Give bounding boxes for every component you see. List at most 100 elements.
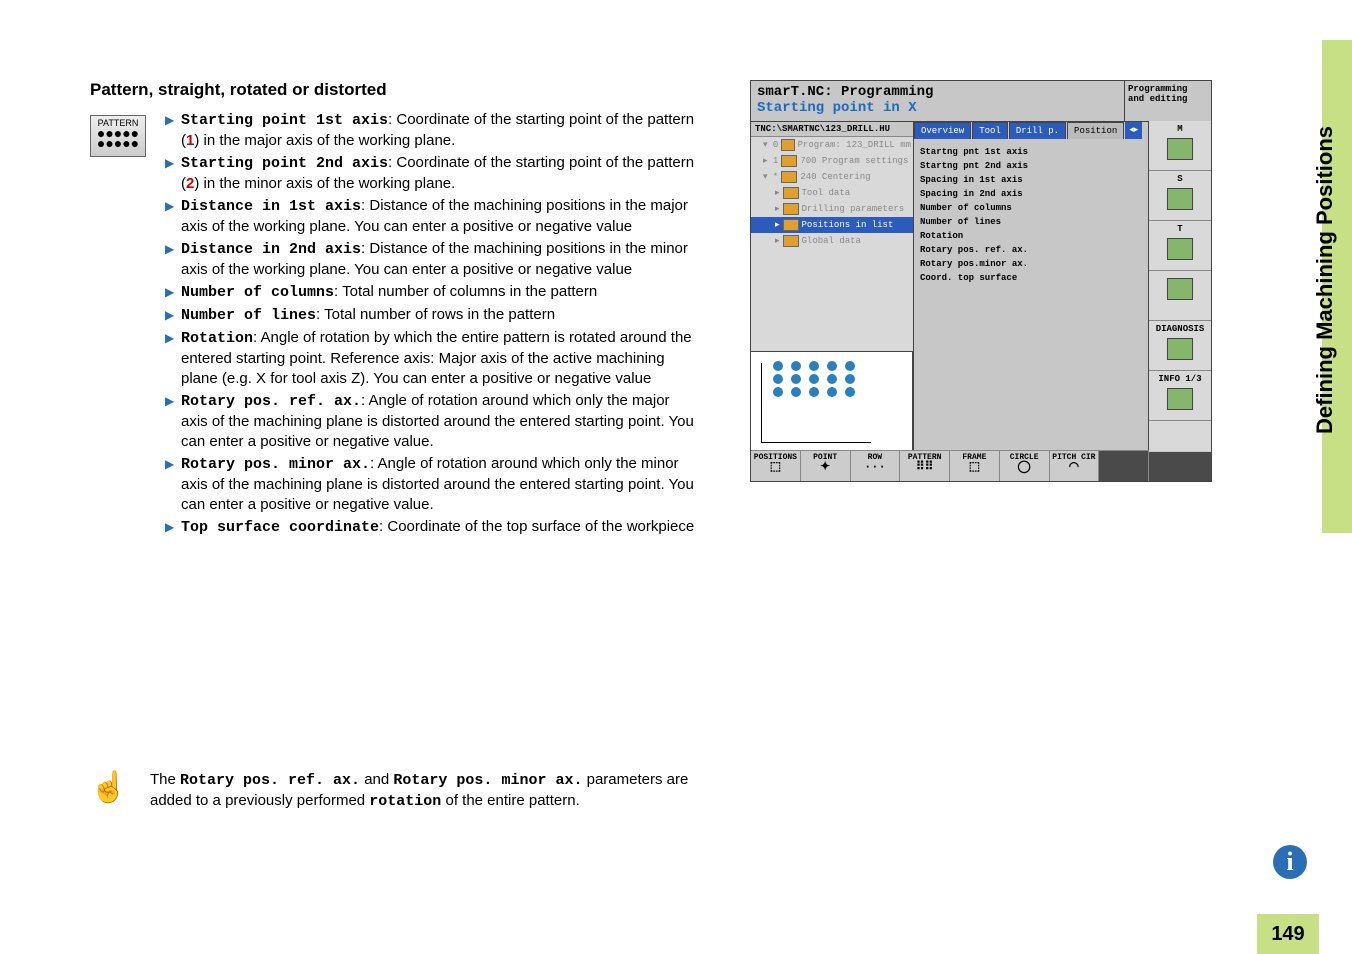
param-text: Rotation: Angle of rotation by which the… <box>181 328 695 389</box>
bullet-arrow-icon: ▶ <box>165 196 181 237</box>
tree-icon <box>781 155 797 167</box>
bullet-arrow-icon: ▶ <box>165 454 181 515</box>
param-text: Distance in 1st axis: Distance of the ma… <box>181 196 695 237</box>
cnc-header-left: smarT.NC: Programming Starting point in … <box>751 81 1124 121</box>
axis-v-icon <box>761 363 762 443</box>
sb-icon <box>1167 338 1193 360</box>
cnc-right-sidebar: M S T DIAGNOSIS INFO 1/3 <box>1148 121 1211 451</box>
bullet-arrow-icon: ▶ <box>165 305 181 326</box>
sb-empty[interactable] <box>1149 271 1211 321</box>
tree-icon <box>781 171 797 183</box>
param-row: ▶ Starting point 2nd axis: Coordinate of… <box>165 153 695 194</box>
tree-item[interactable]: ▸Global data <box>751 233 913 249</box>
param-text: Rotary pos. ref. ax.: Angle of rotation … <box>181 391 695 452</box>
sb-t-button[interactable]: T <box>1149 221 1211 271</box>
sk-circle[interactable]: CIRCLE◯ <box>1000 451 1050 481</box>
note-text: The Rotary pos. ref. ax. and Rotary pos.… <box>150 770 690 812</box>
dot-row <box>773 387 906 397</box>
tab-overview[interactable]: Overview <box>914 122 971 139</box>
cnc-mode-label: Programming and editing <box>1124 81 1211 121</box>
sk-pitch[interactable]: PITCH CIR◠ <box>1050 451 1100 481</box>
param-row: ▶ Rotary pos. minor ax.: Angle of rotati… <box>165 454 695 515</box>
dot-row <box>773 374 906 384</box>
tree-icon <box>783 235 799 247</box>
sk-icon: ✦ <box>801 462 850 472</box>
dot-row <box>773 361 906 371</box>
parameter-list: ▶ Starting point 1st axis: Coordinate of… <box>165 110 695 540</box>
sk-row[interactable]: ROW··· <box>851 451 901 481</box>
sk-positions[interactable]: POSITIONS⬚ <box>751 451 801 481</box>
param-text: Distance in 2nd axis: Distance of the ma… <box>181 239 695 280</box>
sk-pattern[interactable]: PATTERN⠿⠿ <box>900 451 950 481</box>
note-hand-icon: ☝ <box>90 770 150 812</box>
sk-frame[interactable]: FRAME⬚ <box>950 451 1000 481</box>
sk-empty <box>1099 451 1149 481</box>
pattern-dots-icon: ●●●●●●●●●● <box>91 128 145 148</box>
sb-info-button[interactable]: INFO 1/3 <box>1149 371 1211 421</box>
param-row: ▶ Distance in 1st axis: Distance of the … <box>165 196 695 237</box>
bullet-arrow-icon: ▶ <box>165 517 181 538</box>
cnc-screenshot: smarT.NC: Programming Starting point in … <box>750 80 1212 482</box>
tree-item[interactable]: ▾ 0Program: 123_DRILL mm <box>751 137 913 153</box>
param-text: Starting point 1st axis: Coordinate of t… <box>181 110 695 151</box>
param-row: ▶ Distance in 2nd axis: Distance of the … <box>165 239 695 280</box>
sb-icon <box>1167 238 1193 260</box>
sb-s-button[interactable]: S <box>1149 171 1211 221</box>
program-path: TNC:\SMARTNC\123_DRILL.HU <box>751 122 913 137</box>
sb-diagnosis-button[interactable]: DIAGNOSIS <box>1149 321 1211 371</box>
sk-icon: ⬚ <box>950 462 999 472</box>
bullet-arrow-icon: ▶ <box>165 282 181 303</box>
param-row: ▶ Number of columns: Total number of col… <box>165 282 695 303</box>
sb-icon <box>1167 188 1193 210</box>
tab-tool[interactable]: Tool <box>972 122 1008 139</box>
sk-icon: ⬚ <box>751 462 800 472</box>
softkey-row: POSITIONS⬚ POINT✦ ROW··· PATTERN⠿⠿ FRAME… <box>751 450 1149 481</box>
param-row: ▶ Rotary pos. ref. ax.: Angle of rotatio… <box>165 391 695 452</box>
param-text: Number of lines: Total number of rows in… <box>181 305 695 326</box>
cnc-title-1: smarT.NC: Programming <box>757 84 1118 100</box>
program-tree[interactable]: TNC:\SMARTNC\123_DRILL.HU ▾ 0Program: 12… <box>751 122 914 452</box>
section-title-vertical: Defining Machining Positions <box>1312 80 1352 480</box>
param-text: Rotary pos. minor ax.: Angle of rotation… <box>181 454 695 515</box>
tree-icon <box>783 203 799 215</box>
sk-icon: ··· <box>851 462 900 472</box>
bullet-arrow-icon: ▶ <box>165 391 181 452</box>
cnc-title-2: Starting point in X <box>757 100 1118 116</box>
param-text: Starting point 2nd axis: Coordinate of t… <box>181 153 695 194</box>
bullet-arrow-icon: ▶ <box>165 239 181 280</box>
tree-item-selected[interactable]: ▸Positions in list <box>751 217 913 233</box>
param-text: Number of columns: Total number of colum… <box>181 282 695 303</box>
tree-icon <box>781 139 794 151</box>
param-row: ▶ Top surface coordinate: Coordinate of … <box>165 517 695 538</box>
sb-icon <box>1167 278 1193 300</box>
tab-drill[interactable]: Drill p. <box>1009 122 1066 139</box>
tree-item[interactable]: ▾ *240 Centering <box>751 169 913 185</box>
param-text: Top surface coordinate: Coordinate of th… <box>181 517 695 538</box>
tab-nav-arrows[interactable]: ◂▸ <box>1125 122 1142 139</box>
pattern-preview <box>751 351 913 451</box>
info-icon[interactable]: i <box>1273 845 1307 879</box>
bullet-arrow-icon: ▶ <box>165 110 181 151</box>
tree-item[interactable]: ▸Tool data <box>751 185 913 201</box>
sk-icon: ◯ <box>1000 462 1049 472</box>
sk-point[interactable]: POINT✦ <box>801 451 851 481</box>
param-row: ▶ Number of lines: Total number of rows … <box>165 305 695 326</box>
tree-item[interactable]: ▸Drilling parameters <box>751 201 913 217</box>
tree-icon <box>783 187 799 199</box>
cnc-header: smarT.NC: Programming Starting point in … <box>751 81 1211 122</box>
tree-icon <box>783 219 799 231</box>
axis-h-icon <box>761 442 871 443</box>
page-heading: Pattern, straight, rotated or distorted <box>90 80 387 100</box>
bullet-arrow-icon: ▶ <box>165 328 181 389</box>
tab-position[interactable]: Position <box>1067 122 1124 139</box>
pattern-softkey-button[interactable]: PATTERN ●●●●●●●●●● <box>90 115 146 157</box>
sb-m-button[interactable]: M <box>1149 121 1211 171</box>
sb-icon <box>1167 138 1193 160</box>
cnc-body: TNC:\SMARTNC\123_DRILL.HU ▾ 0Program: 12… <box>751 122 1211 452</box>
param-row: ▶ Starting point 1st axis: Coordinate of… <box>165 110 695 151</box>
tree-item[interactable]: ▸ 1700 Program settings <box>751 153 913 169</box>
sb-icon <box>1167 388 1193 410</box>
sk-icon: ⠿⠿ <box>900 462 949 472</box>
note-block: ☝ The Rotary pos. ref. ax. and Rotary po… <box>90 770 690 812</box>
sk-icon: ◠ <box>1050 462 1099 472</box>
